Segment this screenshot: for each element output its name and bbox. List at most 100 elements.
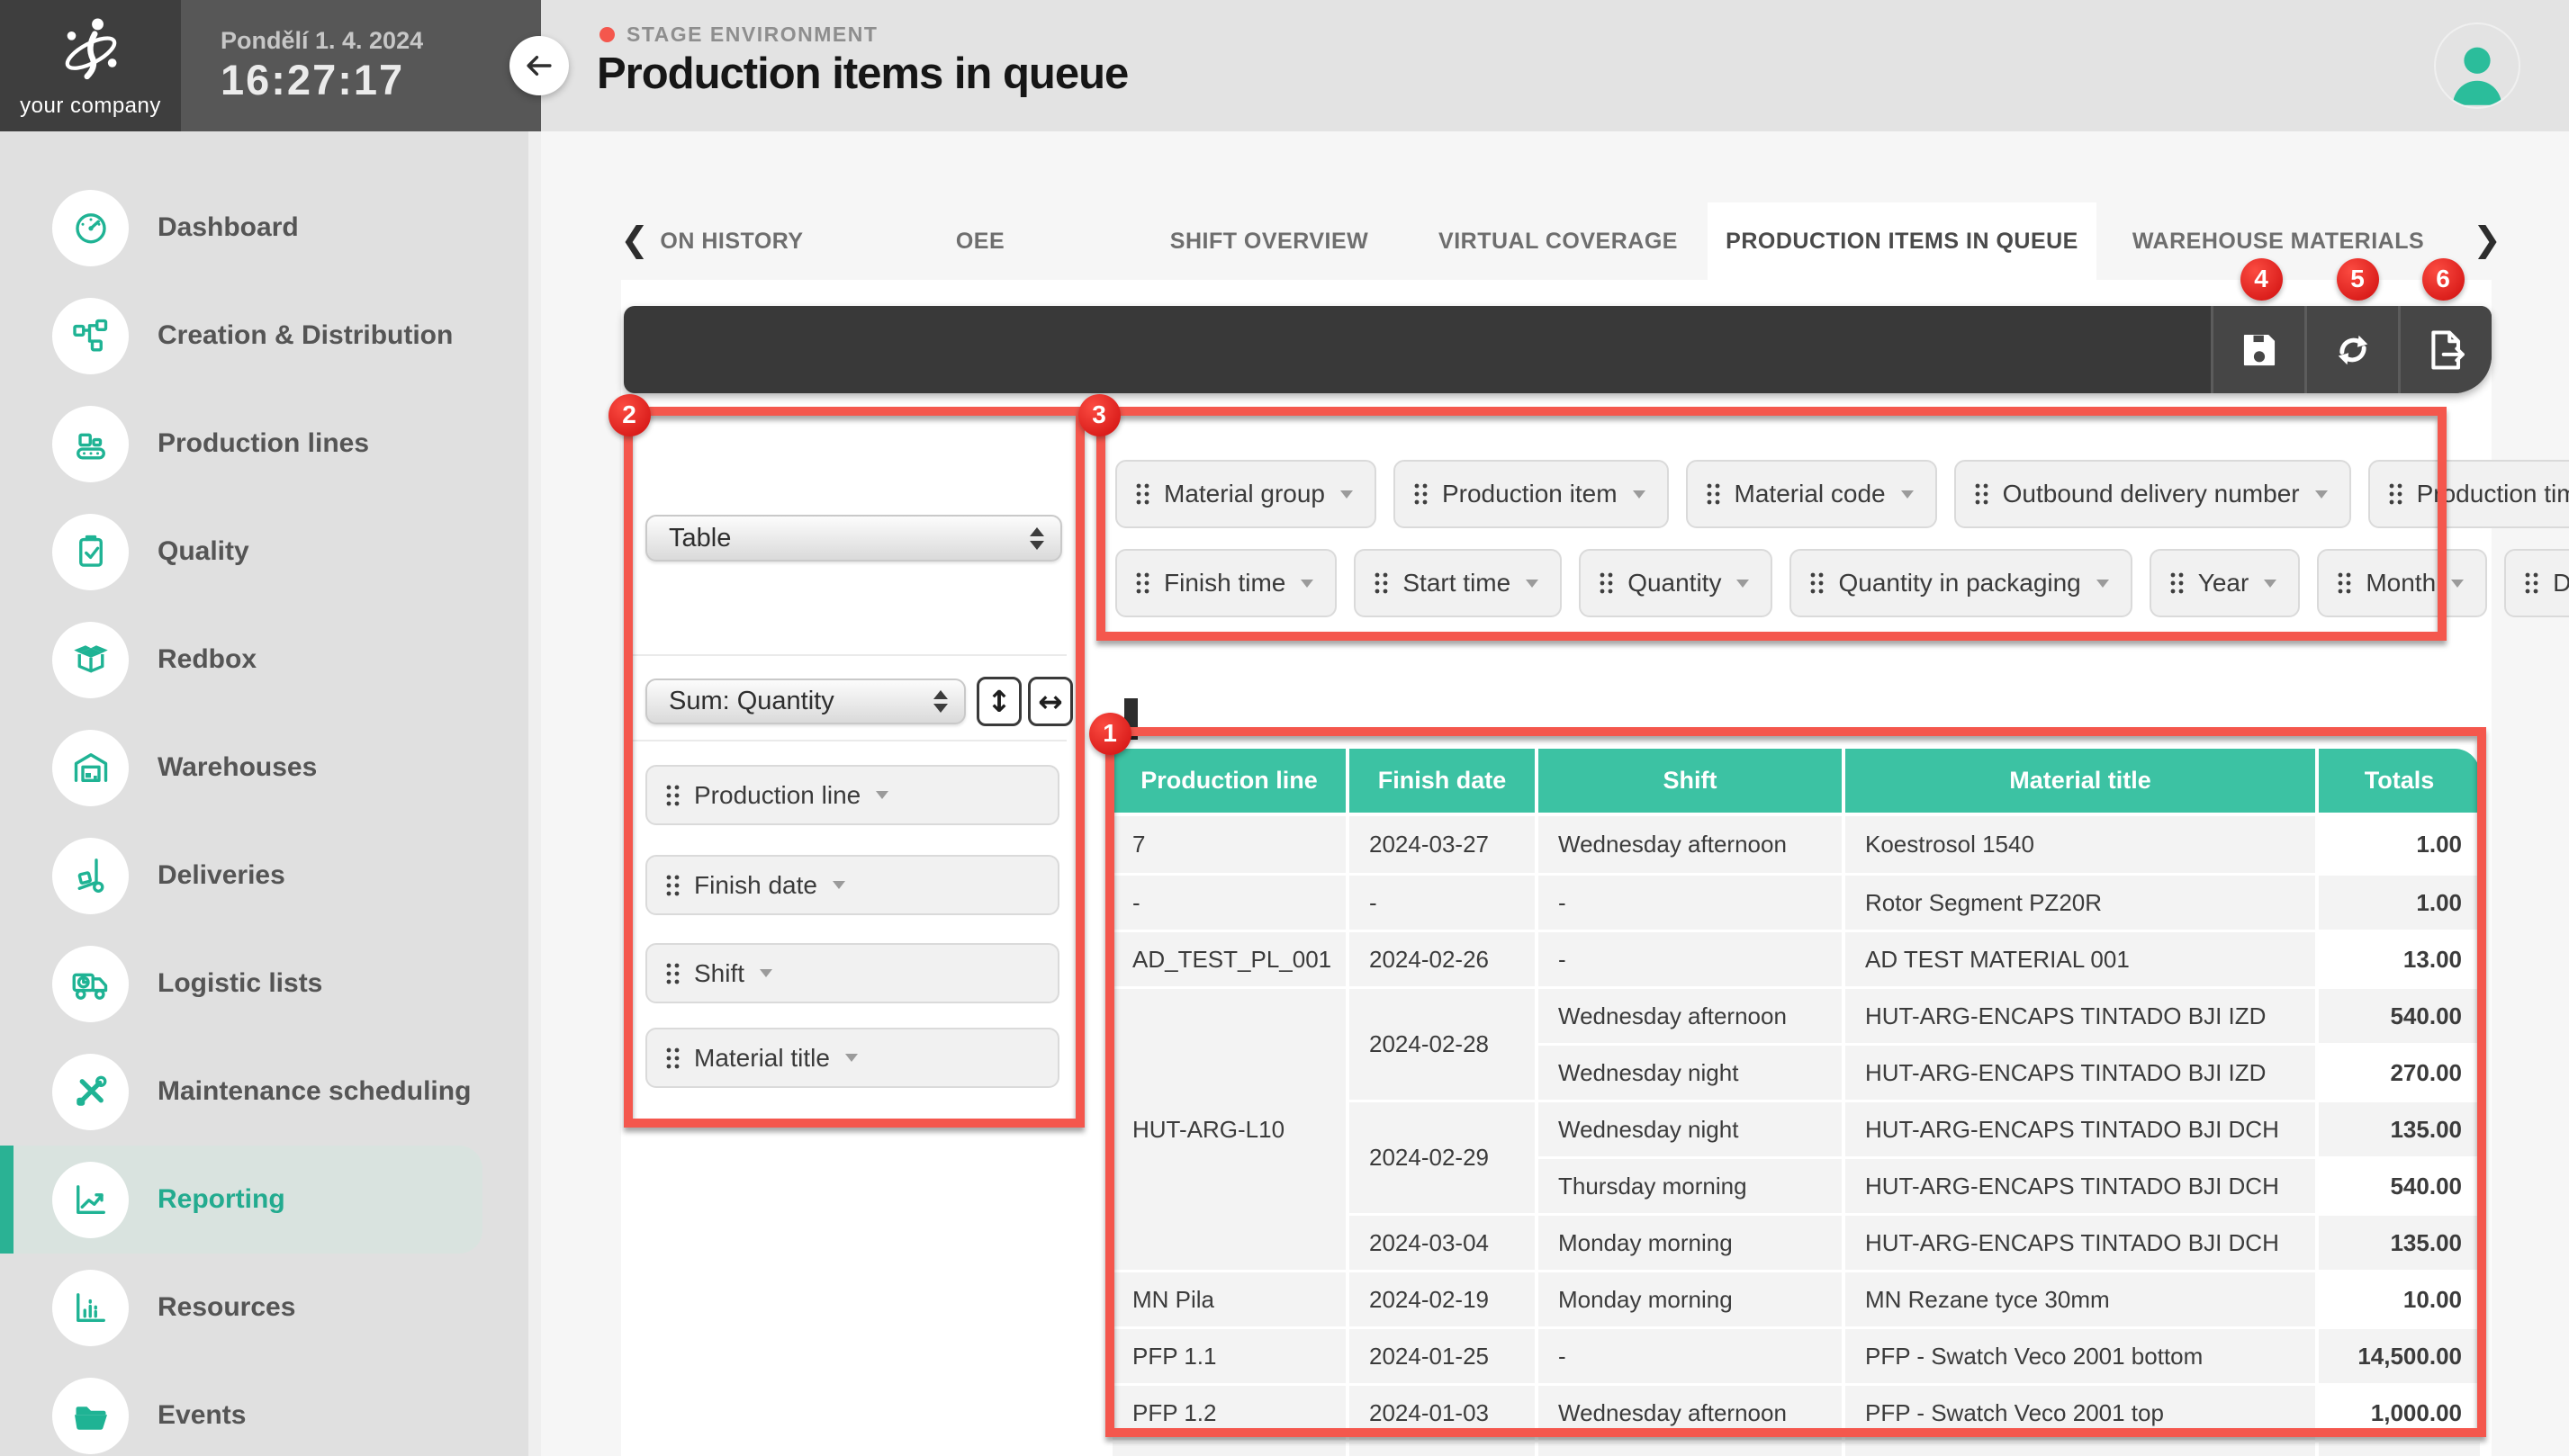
drag-handle-icon[interactable] (665, 1047, 681, 1070)
chevron-down-icon[interactable] (1736, 580, 1749, 588)
field-chip-finish-date[interactable]: Finish date (645, 855, 1059, 915)
field-chip-label: Quantity (1627, 569, 1721, 598)
panel-divider (633, 740, 1067, 741)
field-chip-shift[interactable]: Shift (645, 943, 1059, 1003)
sidebar-item-reporting[interactable]: Reporting (0, 1146, 482, 1254)
export-button[interactable] (2398, 306, 2492, 393)
aggregator-select[interactable]: Sum: Quantity (645, 679, 966, 724)
drag-handle-icon[interactable] (665, 962, 681, 985)
export-icon (2423, 327, 2470, 373)
sidebar-item-dashboard[interactable]: Dashboard (0, 174, 541, 282)
environment-dot-icon (599, 27, 615, 42)
drag-handle-icon[interactable] (665, 874, 681, 897)
sidebar-item-events[interactable]: Events (0, 1362, 541, 1456)
field-chip-finish-time[interactable]: Finish time (1115, 549, 1337, 617)
column-header-shift[interactable]: Shift (1538, 749, 1845, 816)
chevron-down-icon[interactable] (1633, 490, 1645, 499)
column-header-totals[interactable]: Totals (2319, 749, 2480, 816)
sidebar-item-redbox[interactable]: Redbox (0, 606, 541, 714)
user-avatar[interactable] (2434, 22, 2520, 109)
table-cell: Wednesday afternoon (1538, 1383, 1845, 1440)
tab-oee[interactable]: OEE (934, 202, 1026, 280)
field-chip-label: Month (2366, 569, 2436, 598)
column-header-material-title[interactable]: Material title (1845, 749, 2319, 816)
sidebar-item-label: Reporting (158, 1184, 285, 1215)
truck-clock-icon (52, 946, 129, 1022)
drag-handle-icon[interactable] (2169, 571, 2185, 595)
sidebar-item-creation-distribution[interactable]: Creation & Distribution (0, 282, 541, 390)
tab-production-items-in-queue[interactable]: PRODUCTION ITEMS IN QUEUE (1708, 202, 2096, 280)
drag-handle-icon[interactable] (1135, 482, 1150, 506)
annotation-badge-1: 1 (1089, 713, 1131, 755)
chevron-down-icon[interactable] (833, 881, 845, 889)
field-chip-material-title[interactable]: Material title (645, 1028, 1059, 1088)
drag-handle-icon[interactable] (2524, 571, 2539, 595)
chevron-down-icon[interactable] (1301, 580, 1313, 588)
chevron-down-icon[interactable] (1340, 490, 1353, 499)
save-button[interactable] (2211, 306, 2304, 393)
table-cell: - (1538, 873, 1845, 930)
renderer-select[interactable]: Table (645, 515, 1062, 562)
drag-handle-icon[interactable] (1374, 571, 1389, 595)
field-chip-production-line[interactable]: Production line (645, 765, 1059, 825)
sidebar-item-deliveries[interactable]: Deliveries (0, 822, 541, 930)
table-cell-total: 135.00 (2319, 1213, 2480, 1270)
sidebar-item-warehouses[interactable]: Warehouses (0, 714, 541, 822)
drag-handle-icon[interactable] (1413, 482, 1429, 506)
field-chip-start-time[interactable]: Start time (1354, 549, 1562, 617)
refresh-button[interactable] (2304, 306, 2398, 393)
field-chip-material-code[interactable]: Material code (1686, 460, 1937, 528)
sidebar-item-label: Production lines (158, 428, 369, 459)
field-chip-day[interactable]: Day (2504, 549, 2569, 617)
chevron-down-icon[interactable] (2096, 580, 2109, 588)
column-header-finish-date[interactable]: Finish date (1349, 749, 1538, 816)
chevron-down-icon[interactable] (1901, 490, 1914, 499)
field-chip-material-group[interactable]: Material group (1115, 460, 1376, 528)
field-chip-label: Production item (1442, 480, 1618, 508)
sidebar-item-quality[interactable]: Quality (0, 498, 541, 606)
drag-handle-icon[interactable] (1706, 482, 1721, 506)
chevron-down-icon[interactable] (1526, 580, 1538, 588)
field-chip-month[interactable]: Month (2317, 549, 2487, 617)
drag-handle-icon[interactable] (1599, 571, 1614, 595)
drag-handle-icon[interactable] (2337, 571, 2352, 595)
drag-handle-icon[interactable] (1974, 482, 1989, 506)
tabs-scroll-right-icon[interactable]: ❯ (2473, 220, 2501, 259)
environment-label: STAGE ENVIRONMENT (626, 22, 878, 47)
tab-shift-overview[interactable]: SHIFT OVERVIEW (1149, 202, 1390, 280)
field-chip-label: Year (2198, 569, 2249, 598)
field-chip-label: Start time (1402, 569, 1510, 598)
drag-handle-icon[interactable] (665, 784, 681, 807)
drag-handle-icon[interactable] (1809, 571, 1825, 595)
drag-handle-icon[interactable] (2388, 482, 2403, 506)
back-button[interactable] (509, 36, 569, 95)
tab-virtual-coverage[interactable]: VIRTUAL COVERAGE (1417, 202, 1699, 280)
field-chip-quantity[interactable]: Quantity (1579, 549, 1772, 617)
drag-handle-icon[interactable] (1135, 571, 1150, 595)
column-header-production-line[interactable]: Production line (1113, 749, 1349, 816)
chevron-down-icon[interactable] (2264, 580, 2276, 588)
field-chip-production-item[interactable]: Production item (1393, 460, 1669, 528)
sidebar-item-maintenance-scheduling[interactable]: Maintenance scheduling (0, 1038, 541, 1146)
clipboard-check-icon (52, 514, 129, 590)
chevron-down-icon[interactable] (845, 1054, 858, 1062)
field-chip-year[interactable]: Year (2150, 549, 2301, 617)
order-horizontal-button[interactable]: ↔ (1028, 677, 1073, 726)
chevron-down-icon[interactable] (760, 969, 772, 977)
sidebar-item-production-lines[interactable]: Production lines (0, 390, 541, 498)
sidebar-item-resources[interactable]: Resources (0, 1254, 541, 1362)
chevron-down-icon[interactable] (2451, 580, 2464, 588)
field-chip-label: Day (2553, 569, 2569, 598)
chevron-down-icon[interactable] (2315, 490, 2328, 499)
field-chip-quantity-in-packaging[interactable]: Quantity in packaging (1789, 549, 2132, 617)
field-chip-production-time[interactable]: Production time (2368, 460, 2569, 528)
chevron-down-icon[interactable] (876, 791, 888, 799)
tab-on-history[interactable]: ON HISTORY (638, 202, 825, 280)
annotation-badge-5: 5 (2337, 258, 2379, 301)
table-cell: PFP 1.2 (1113, 1383, 1349, 1440)
sidebar-item-logistic-lists[interactable]: Logistic lists (0, 930, 541, 1038)
field-chip-outbound-delivery-number[interactable]: Outbound delivery number (1954, 460, 2351, 528)
table-cell-total: 12.00 (2319, 1440, 2480, 1456)
open-box-icon (52, 622, 129, 698)
order-vertical-button[interactable]: ↕ (977, 677, 1022, 726)
